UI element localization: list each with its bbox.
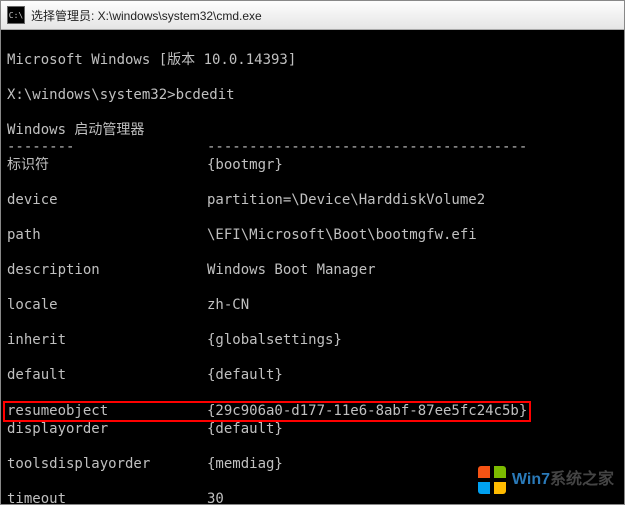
- kv-row: localezh-CN: [7, 297, 618, 315]
- console-area[interactable]: Microsoft Windows [版本 10.0.14393] X:\win…: [1, 30, 624, 504]
- section-rule-0: ----------------------------------------…: [7, 139, 527, 155]
- kv-row: default{default}: [7, 367, 618, 385]
- section-heading-0: Windows 启动管理器: [7, 122, 144, 138]
- kv-row: 标识符{bootmgr}: [7, 157, 618, 175]
- kv-row-highlight-resumeobject: resumeobject{29c906a0-d177-11e6-8abf-87e…: [3, 401, 531, 423]
- banner-text: Microsoft Windows [版本 10.0.14393]: [7, 52, 296, 68]
- windows-flag-icon: [478, 466, 506, 494]
- kv-row: displayorder{default}: [7, 421, 618, 439]
- kv-row: devicepartition=\Device\HarddiskVolume2: [7, 192, 618, 210]
- cmd-icon: C:\: [7, 6, 25, 24]
- kv-row: inherit{globalsettings}: [7, 332, 618, 350]
- titlebar[interactable]: C:\ 选择管理员: X:\windows\system32\cmd.exe: [1, 1, 624, 30]
- kv-row: descriptionWindows Boot Manager: [7, 262, 618, 280]
- prompt-line: X:\windows\system32>bcdedit: [7, 87, 235, 103]
- kv-row: path\EFI\Microsoft\Boot\bootmgfw.efi: [7, 227, 618, 245]
- watermark: Win7系统之家: [478, 466, 614, 494]
- window-title: 选择管理员: X:\windows\system32\cmd.exe: [31, 7, 262, 24]
- cmd-window: C:\ 选择管理员: X:\windows\system32\cmd.exe M…: [0, 0, 625, 505]
- watermark-text: Win7系统之家: [512, 470, 614, 490]
